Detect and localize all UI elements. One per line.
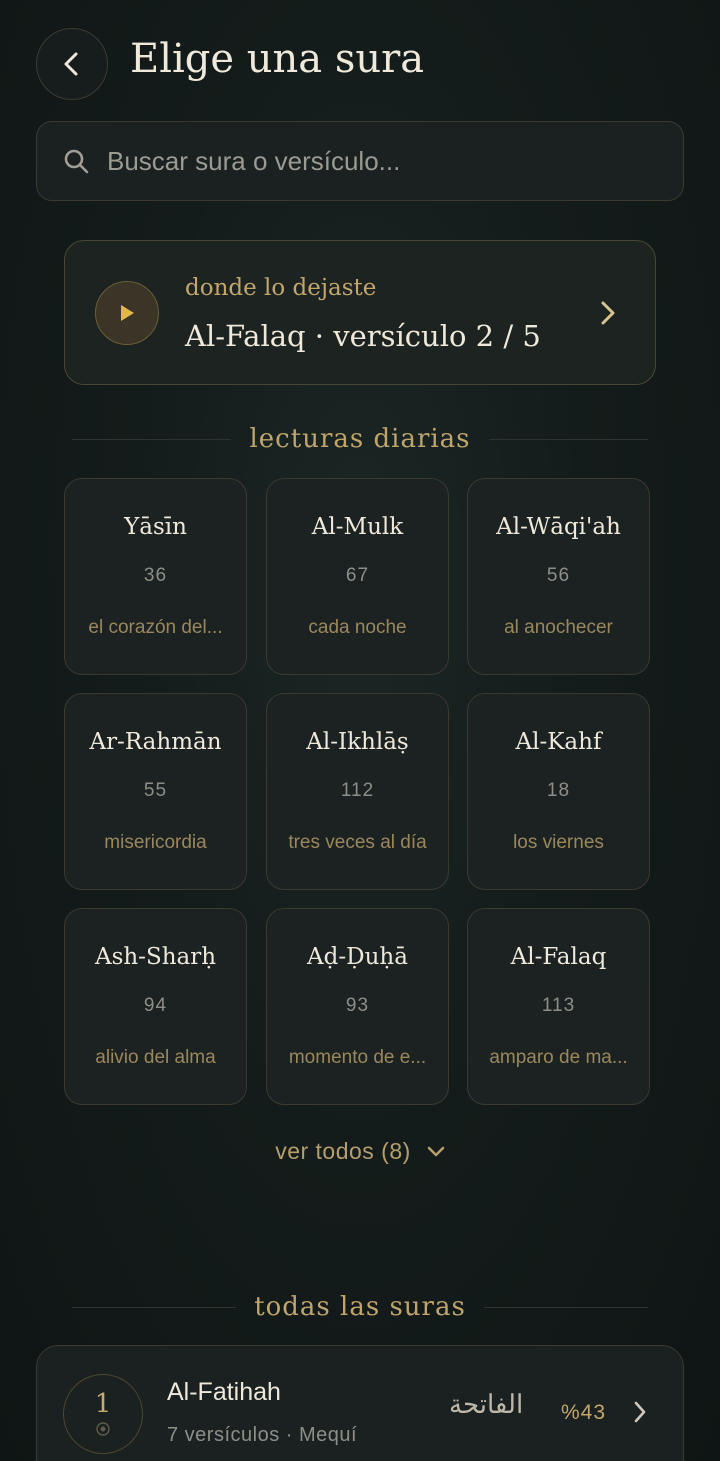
tile-name: Aḍ-Ḍuḥā: [307, 944, 408, 970]
daily-tile[interactable]: Al-Wāqi'ah 56 al anochecer: [467, 478, 650, 675]
tile-subtitle: los viernes: [513, 832, 604, 853]
chevron-down-icon: [427, 1146, 445, 1156]
tile-name: Al-Kahf: [515, 729, 602, 755]
sura-progress: %43: [561, 1401, 607, 1424]
tile-number: 36: [143, 565, 168, 586]
continue-reading-card[interactable]: donde lo dejaste Al-Falaq · versículo 2 …: [64, 240, 656, 385]
sura-number-badge: 1: [63, 1374, 143, 1454]
chevron-left-icon: [64, 52, 78, 76]
daily-tile[interactable]: Aḍ-Ḍuḥā 93 momento de e...: [266, 908, 449, 1105]
daily-readings-title: lecturas diarias: [249, 424, 471, 454]
sura-arabic-name: الفاتحة: [449, 1390, 524, 1420]
tile-number: 94: [143, 995, 168, 1016]
play-button[interactable]: [95, 281, 159, 345]
tile-subtitle: el corazón del...: [88, 617, 223, 638]
tile-name: Al-Falaq: [510, 944, 607, 970]
back-button[interactable]: [36, 28, 108, 100]
tile-subtitle: amparo de ma...: [489, 1047, 628, 1068]
tile-number: 55: [143, 780, 168, 801]
continue-title: Al-Falaq · versículo 2 / 5: [185, 319, 541, 353]
all-suras-heading: todas las suras: [72, 1292, 649, 1322]
chevron-right-icon: [634, 1401, 646, 1423]
meccan-icon: [96, 1422, 110, 1436]
tile-subtitle: al anochecer: [504, 617, 613, 638]
daily-tile[interactable]: Al-Ikhlāṣ 112 tres veces al día: [266, 693, 449, 890]
search-icon: [64, 149, 89, 174]
play-icon: [121, 305, 134, 321]
tile-number: 18: [546, 780, 571, 801]
tile-subtitle: alivio del alma: [95, 1047, 216, 1068]
tile-number: 113: [541, 995, 576, 1016]
sura-list-item[interactable]: 1 Al-Fatihah 7 versículos · Mequí الفاتح…: [36, 1345, 684, 1461]
daily-tile[interactable]: Al-Mulk 67 cada noche: [266, 478, 449, 675]
sura-number: 1: [94, 1389, 112, 1419]
see-all-label: ver todos (8): [275, 1138, 411, 1164]
sura-name: Al-Fatihah: [167, 1378, 281, 1406]
all-suras-title: todas las suras: [254, 1292, 466, 1322]
daily-tile[interactable]: Ar-Rahmān 55 misericordia: [64, 693, 247, 890]
tile-number: 93: [345, 995, 370, 1016]
tile-number: 56: [546, 565, 571, 586]
daily-tile[interactable]: Al-Kahf 18 los viernes: [467, 693, 650, 890]
chevron-right-icon: [601, 301, 615, 325]
tile-name: Ar-Rahmān: [89, 729, 222, 755]
page-title: Elige una sura: [130, 36, 425, 82]
tile-name: Al-Ikhlāṣ: [306, 729, 409, 755]
search-bar[interactable]: [36, 121, 684, 201]
tile-subtitle: tres veces al día: [288, 832, 427, 853]
daily-readings-heading: lecturas diarias: [72, 424, 649, 454]
tile-name: Al-Mulk: [311, 514, 404, 540]
tile-subtitle: cada noche: [308, 617, 407, 638]
sura-meta: 7 versículos · Mequí: [167, 1424, 358, 1446]
daily-tile[interactable]: Ash-Sharḥ 94 alivio del alma: [64, 908, 247, 1105]
tile-name: Ash-Sharḥ: [94, 944, 217, 970]
see-all-button[interactable]: ver todos (8): [0, 1138, 720, 1165]
tile-number: 67: [345, 565, 370, 586]
tile-number: 112: [340, 780, 375, 801]
tile-name: Al-Wāqi'ah: [496, 514, 621, 540]
tile-subtitle: misericordia: [104, 832, 207, 853]
daily-tile[interactable]: Al-Falaq 113 amparo de ma...: [467, 908, 650, 1105]
tile-subtitle: momento de e...: [288, 1047, 427, 1068]
search-input[interactable]: [107, 145, 647, 177]
continue-label: donde lo dejaste: [185, 275, 377, 301]
daily-tile[interactable]: Yāsīn 36 el corazón del...: [64, 478, 247, 675]
tile-name: Yāsīn: [124, 514, 187, 540]
